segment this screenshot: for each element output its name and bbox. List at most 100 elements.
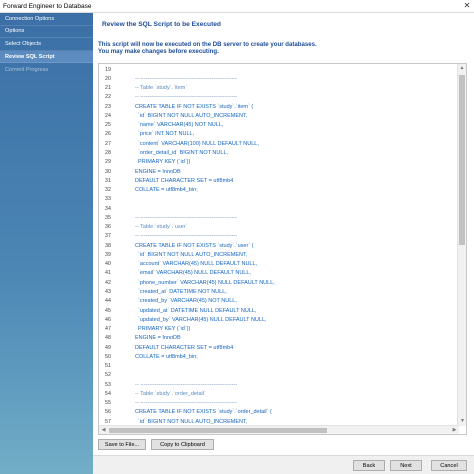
code-line: 23 CREATE TABLE IF NOT EXISTS `study`.`it… [99, 102, 457, 111]
cancel-button[interactable]: Cancel [431, 460, 467, 471]
code-line: 24 `id` BIGINT NOT NULL AUTO_INCREMENT, [99, 111, 457, 120]
copy-to-clipboard-button[interactable]: Copy to Clipboard [151, 439, 214, 450]
code-line: 35 -- -----------------------------------… [99, 213, 457, 222]
code-text: CREATE TABLE IF NOT EXISTS `study`.`orde… [135, 409, 272, 416]
line-number: 31 [105, 177, 111, 184]
code-line: 36 -- Table `study`.`user` [99, 223, 457, 232]
code-line: 53 -- -----------------------------------… [99, 380, 457, 389]
line-number: 29 [105, 159, 111, 166]
code-text: -- -------------------------------------… [135, 214, 238, 221]
code-line: 20 -- -----------------------------------… [99, 74, 457, 83]
horizontal-scrollbar[interactable]: ◀ ▶ [99, 425, 459, 434]
line-number: 53 [105, 381, 111, 388]
code-text: `created_by` VARCHAR(45) NOT NULL, [135, 298, 237, 305]
sql-script-editor[interactable]: 19 20 -- ---------------------------------… [98, 63, 467, 435]
line-number: 24 [105, 112, 111, 119]
code-line: 48 ENGINE = InnoDB [99, 334, 457, 343]
code-line: 29 PRIMARY KEY (`id`)) [99, 158, 457, 167]
line-number: 40 [105, 261, 111, 268]
scroll-down-icon[interactable]: ▼ [458, 417, 466, 426]
line-number: 48 [105, 335, 111, 342]
save-to-file-button[interactable]: Save to File... [98, 439, 146, 450]
code-line: 45 `updated_at` DATETIME NULL DEFAULT NU… [99, 306, 457, 315]
code-text: `updated_at` DATETIME NULL DEFAULT NULL, [135, 307, 257, 314]
code-text: -- -------------------------------------… [135, 75, 238, 82]
line-number: 52 [105, 372, 111, 379]
code-line: 56 CREATE TABLE IF NOT EXISTS `study`.`or… [99, 408, 457, 417]
code-text: `id` BIGINT NOT NULL AUTO_INCREMENT, [135, 418, 248, 425]
code-text: `price` INT NOT NULL, [135, 131, 195, 138]
code-lines: 19 20 -- ---------------------------------… [99, 65, 457, 434]
code-line: 32 COLLATE = utf8mb4_bin; [99, 185, 457, 194]
code-line: 54 -- Table `study`.`order_detail` [99, 389, 457, 398]
code-text: `content` VARCHAR(100) NULL DEFAULT NULL… [135, 140, 259, 147]
line-number: 55 [105, 400, 111, 407]
code-line: 34 [99, 204, 457, 213]
code-line: 21 -- Table `study`.`item` [99, 84, 457, 93]
line-number: 19 [105, 66, 111, 73]
code-line: 37 -- -----------------------------------… [99, 232, 457, 241]
code-text: `id` BIGINT NOT NULL AUTO_INCREMENT, [135, 251, 248, 258]
code-text: `phone_number` VARCHAR(45) NULL DEFAULT … [135, 279, 275, 286]
code-text: `updated_by` VARCHAR(45) NULL DEFAULT NU… [135, 316, 267, 323]
code-text: COLLATE = utf8mb4_bin; [135, 353, 198, 360]
code-text: PRIMARY KEY (`id`)) [135, 326, 191, 333]
line-number: 54 [105, 390, 111, 397]
step-connection-options: Connection Options [0, 13, 93, 26]
line-number: 33 [105, 196, 111, 203]
close-icon[interactable]: ✕ [460, 0, 474, 12]
code-line: 41 `email` VARCHAR(45) NULL DEFAULT NULL… [99, 269, 457, 278]
code-text: `created_at` DATETIME NOT NULL, [135, 289, 227, 295]
code-line: 46 `updated_by` VARCHAR(45) NULL DEFAULT… [99, 315, 457, 324]
code-line: 55 -- -----------------------------------… [99, 399, 457, 408]
code-line: 39 `id` BIGINT NOT NULL AUTO_INCREMENT, [99, 250, 457, 259]
step-commit-progress: Commit Progress [0, 63, 93, 76]
line-number: 32 [105, 187, 111, 194]
code-line: 38 CREATE TABLE IF NOT EXISTS `study`.`us… [99, 241, 457, 250]
scroll-up-icon[interactable]: ▲ [458, 64, 466, 73]
code-text: `id` BIGINT NOT NULL AUTO_INCREMENT, [135, 112, 248, 119]
wizard-steps-sidebar: Connection Options Options Select Object… [0, 13, 93, 474]
line-number: 46 [105, 316, 111, 323]
code-text: -- Table `study`.`order_detail` [135, 390, 206, 397]
description-line: This script will now be executed on the … [98, 41, 317, 48]
code-text: COLLATE = utf8mb4_bin; [135, 187, 198, 194]
line-number: 38 [105, 242, 111, 249]
code-text: `email` VARCHAR(45) NULL DEFAULT NULL, [135, 270, 251, 277]
horizontal-scroll-thumb[interactable] [109, 428, 327, 433]
scroll-left-icon[interactable]: ◀ [99, 426, 108, 434]
code-line: 49 DEFAULT CHARACTER SET = utf8mb4 [99, 343, 457, 352]
line-number: 22 [105, 94, 111, 101]
step-label: Options [5, 28, 25, 35]
code-text: ENGINE = InnoDB [135, 168, 181, 175]
step-review-sql-script: Review SQL Script [0, 50, 93, 64]
code-text: -- Table `study`.`item` [135, 85, 188, 92]
vertical-scrollbar[interactable]: ▲ ▼ [457, 64, 466, 426]
scroll-right-icon[interactable]: ▶ [450, 426, 459, 434]
line-number: 41 [105, 270, 111, 277]
code-line: 27 `content` VARCHAR(100) NULL DEFAULT N… [99, 139, 457, 148]
line-number: 43 [105, 289, 111, 295]
code-text: `name` VARCHAR(45) NOT NULL, [135, 122, 224, 129]
description-line: You may make changes before executing. [98, 48, 219, 56]
code-text: -- Table `study`.`user` [135, 224, 188, 231]
code-line: 22 -- -----------------------------------… [99, 93, 457, 102]
code-line: 26 `price` INT NOT NULL, [99, 130, 457, 139]
page-title: Review the SQL Script to be Executed [102, 21, 221, 28]
line-number: 42 [105, 279, 111, 286]
code-text: PRIMARY KEY (`id`)) [135, 159, 191, 166]
line-number: 20 [105, 75, 111, 82]
vertical-scroll-thumb[interactable] [459, 75, 465, 245]
page-description: This script will now be executed on the … [98, 41, 317, 56]
code-text: `account` VARCHAR(45) NULL DEFAULT NULL, [135, 261, 258, 268]
step-select-objects: Select Objects [0, 38, 93, 51]
main-panel: Review the SQL Script to be Executed Thi… [93, 13, 474, 474]
next-button[interactable]: Next [390, 460, 422, 471]
line-number: 36 [105, 224, 111, 231]
code-line: 25 `name` VARCHAR(45) NOT NULL, [99, 121, 457, 130]
window-title: Forward Engineer to Database [3, 2, 92, 10]
back-button[interactable]: Back [353, 460, 385, 471]
code-text: ENGINE = InnoDB [135, 335, 181, 342]
code-line: 19 [99, 65, 457, 74]
code-line: 31 DEFAULT CHARACTER SET = utf8mb4 [99, 176, 457, 185]
